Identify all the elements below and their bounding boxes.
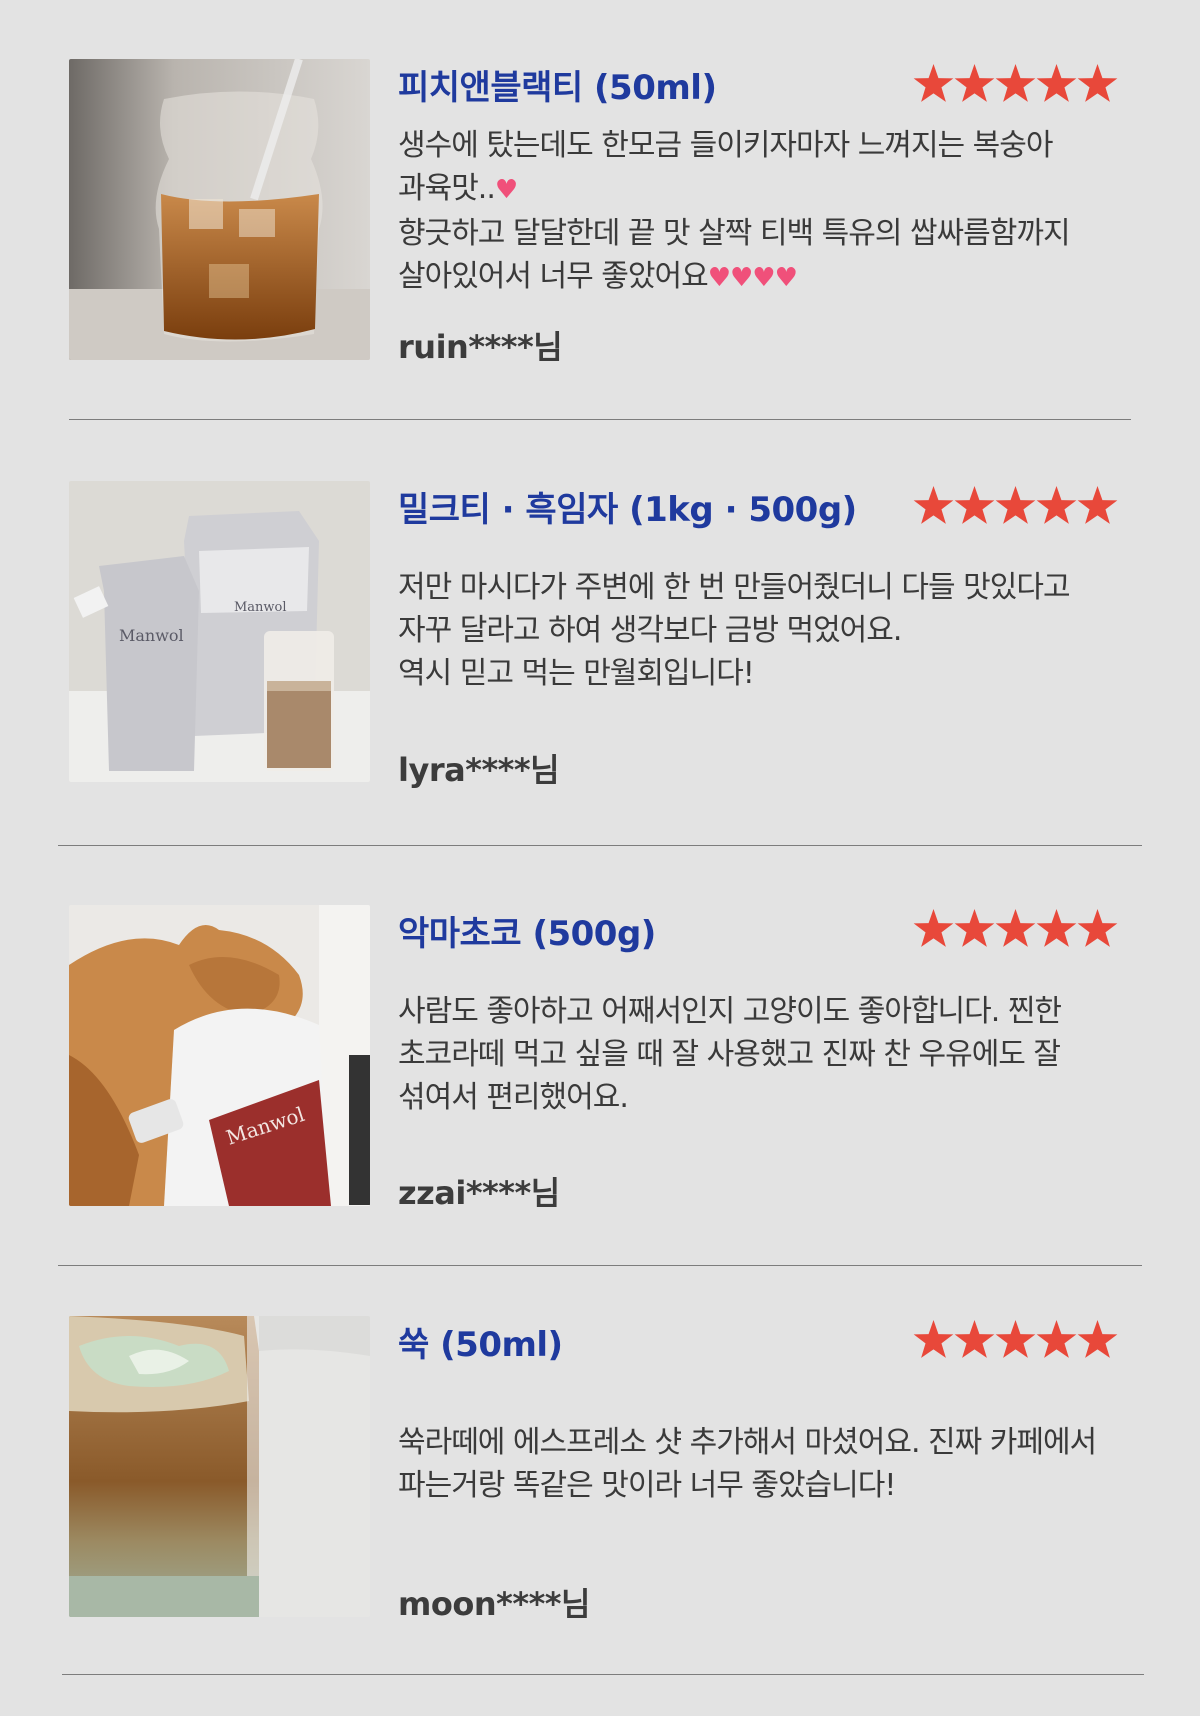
review-line: 자꾸 달라고 하여 생각보다 금방 먹었어요.: [398, 613, 902, 648]
brand-label: Manwol: [234, 600, 287, 615]
star-icon: [913, 1320, 954, 1358]
review-photo-milk-tea[interactable]: Manwol Manwol: [69, 481, 370, 782]
star-rating: [913, 64, 1118, 103]
review-line: 파는거랑 똑같은 맛이라 너무 좋았습니다!: [398, 1468, 896, 1503]
review-product-title: 밀크티 · 흑임자 (1kg · 500g): [398, 490, 857, 530]
star-icon: [1036, 64, 1077, 102]
star-icon: [1036, 909, 1077, 947]
iced-tea-image: [69, 59, 370, 360]
review-body: 생수에 탔는데도 한모금 들이키자마자 느껴지는 복숭아 과육맛..♥ 향긋하고…: [398, 124, 1158, 300]
review-line: 사람도 좋아하고 어째서인지 고양이도 좋아합니다. 찐한: [398, 994, 1062, 1029]
star-icon: [954, 486, 995, 524]
star-icon: [1077, 64, 1118, 102]
star-icon: [995, 64, 1036, 102]
brand-label: Manwol: [119, 626, 184, 645]
star-icon: [1077, 909, 1118, 947]
star-icon: [1077, 486, 1118, 524]
review-product-title: 피치앤블랙티 (50ml): [398, 68, 717, 108]
review-line: 생수에 탔는데도 한모금 들이키자마자 느껴지는 복숭아: [398, 128, 1053, 163]
review-line: 섞여서 편리했어요.: [398, 1080, 629, 1115]
divider: [58, 845, 1142, 846]
mugwort-latte-image: [69, 1316, 370, 1617]
review-photo-cat[interactable]: Manwol: [69, 905, 370, 1206]
milk-tea-image: Manwol Manwol: [69, 481, 370, 782]
review-body: 저만 마시다가 주변에 한 번 만들어줬더니 다들 맛있다고 자꾸 달라고 하여…: [398, 566, 1158, 695]
review-line: 저만 마시다가 주변에 한 번 만들어줬더니 다들 맛있다고: [398, 570, 1071, 605]
cat-image: Manwol: [69, 905, 370, 1206]
review-photo-mugwort-latte[interactable]: [69, 1316, 370, 1617]
review-line: 살아있어서 너무 좋았어요♥♥♥♥: [398, 259, 798, 294]
review-line: 과육맛..♥: [398, 171, 518, 206]
star-icon: [913, 64, 954, 102]
review-line: 향긋하고 달달한데 끝 맛 살짝 티백 특유의 쌉싸름함까지: [398, 216, 1071, 251]
star-icon: [954, 1320, 995, 1358]
review-author: lyra****님: [398, 751, 560, 789]
star-icon: [913, 909, 954, 947]
divider: [62, 1674, 1144, 1675]
review-body: 사람도 좋아하고 어째서인지 고양이도 좋아합니다. 찐한 초코라떼 먹고 싶을…: [398, 990, 1158, 1119]
review-author: ruin****님: [398, 328, 563, 366]
star-icon: [1036, 1320, 1077, 1358]
star-rating: [913, 909, 1118, 948]
heart-icon: ♥♥♥♥: [707, 263, 798, 293]
star-icon: [1036, 486, 1077, 524]
star-icon: [995, 909, 1036, 947]
review-line: 초코라떼 먹고 싶을 때 잘 사용했고 진짜 찬 우유에도 잘: [398, 1037, 1061, 1072]
review-line: 역시 믿고 먹는 만월회입니다!: [398, 656, 755, 691]
divider: [58, 1265, 1142, 1266]
review-photo-iced-tea[interactable]: [69, 59, 370, 360]
star-icon: [954, 909, 995, 947]
review-line: 쑥라떼에 에스프레소 샷 추가해서 마셨어요. 진짜 카페에서: [398, 1425, 1097, 1460]
review-product-title: 쑥 (50ml): [398, 1325, 563, 1365]
star-icon: [995, 486, 1036, 524]
star-rating: [913, 486, 1118, 525]
divider: [69, 419, 1131, 420]
star-icon: [1077, 1320, 1118, 1358]
review-product-title: 악마초코 (500g): [398, 914, 656, 954]
star-icon: [995, 1320, 1036, 1358]
star-icon: [913, 486, 954, 524]
review-author: zzai****님: [398, 1174, 560, 1212]
star-rating: [913, 1320, 1118, 1359]
star-icon: [954, 64, 995, 102]
review-author: moon****님: [398, 1585, 590, 1623]
review-body: 쑥라떼에 에스프레소 샷 추가해서 마셨어요. 진짜 카페에서 파는거랑 똑같은…: [398, 1421, 1158, 1507]
heart-icon: ♥: [494, 175, 518, 205]
